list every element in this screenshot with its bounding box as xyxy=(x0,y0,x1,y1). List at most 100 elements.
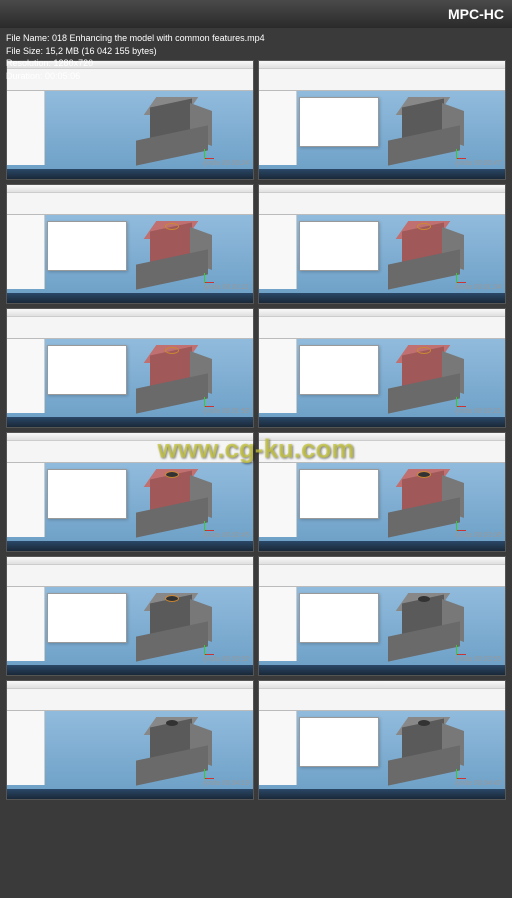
feature-dialog xyxy=(299,469,379,519)
model-tree-sidebar xyxy=(7,463,45,537)
feature-dialog xyxy=(47,593,127,643)
thumbnail[interactable]: lynda 00:00:47 xyxy=(258,60,506,180)
axis-gizmo-icon xyxy=(456,393,470,407)
ribbon-toolbar xyxy=(7,193,253,215)
thumbnail-watermark: lynda 00:00:47 xyxy=(455,160,501,167)
thumbnail-watermark: lynda 00:04:19 xyxy=(203,780,249,787)
ribbon-toolbar xyxy=(7,689,253,711)
ribbon-toolbar xyxy=(259,689,505,711)
app-titlebar xyxy=(7,681,253,689)
axis-gizmo-icon xyxy=(456,765,470,779)
thumbnail-watermark: lynda 00:01:11 xyxy=(204,284,249,291)
axis-gizmo-icon xyxy=(456,641,470,655)
hole-feature xyxy=(166,720,178,726)
model-tree-sidebar xyxy=(7,711,45,785)
circle-sketch xyxy=(417,223,431,230)
taskbar xyxy=(259,293,505,303)
hole-feature xyxy=(418,720,430,726)
taskbar xyxy=(7,665,253,675)
thumbnail[interactable]: lynda 00:04:42 xyxy=(258,680,506,800)
ribbon-toolbar xyxy=(259,69,505,91)
app-titlebar xyxy=(259,557,505,565)
ribbon-toolbar xyxy=(259,317,505,339)
app-titlebar xyxy=(7,185,253,193)
taskbar xyxy=(7,541,253,551)
app-titlebar xyxy=(7,309,253,317)
player-name: MPC-HC xyxy=(448,6,504,22)
feature-dialog xyxy=(47,345,127,395)
feature-dialog xyxy=(299,345,379,395)
thumbnail-watermark: lynda 00:02:45 xyxy=(203,532,249,539)
file-info-overlay: File Name: 018 Enhancing the model with … xyxy=(6,32,265,82)
taskbar xyxy=(7,417,253,427)
ribbon-toolbar xyxy=(259,193,505,215)
axis-gizmo-icon xyxy=(204,517,218,531)
model-tree-sidebar xyxy=(259,463,297,537)
axis-gizmo-icon xyxy=(456,145,470,159)
thumbnail[interactable]: lynda 00:01:58 xyxy=(6,308,254,428)
circle-sketch xyxy=(417,471,431,478)
circle-sketch xyxy=(165,471,179,478)
player-title-bar: MPC-HC xyxy=(0,0,512,28)
feature-dialog xyxy=(299,593,379,643)
feature-dialog xyxy=(299,221,379,271)
app-titlebar xyxy=(259,185,505,193)
thumbnail[interactable]: lynda 00:03:32 xyxy=(6,556,254,676)
model-tree-sidebar xyxy=(259,711,297,785)
feature-dialog xyxy=(299,717,379,767)
ribbon-toolbar xyxy=(7,565,253,587)
model-tree-sidebar xyxy=(7,339,45,413)
axis-gizmo-icon xyxy=(204,393,218,407)
feature-dialog xyxy=(47,221,127,271)
thumbnail-watermark: lynda 00:03:32 xyxy=(203,656,249,663)
model-tree-sidebar xyxy=(7,215,45,289)
thumbnail-watermark: lynda 00:02:21 xyxy=(455,408,501,415)
circle-sketch xyxy=(165,595,179,602)
app-titlebar xyxy=(259,61,505,69)
ribbon-toolbar xyxy=(259,565,505,587)
taskbar xyxy=(259,169,505,179)
model-tree-sidebar xyxy=(259,91,297,165)
hole-feature xyxy=(418,596,430,602)
taskbar xyxy=(259,665,505,675)
ribbon-toolbar xyxy=(7,317,253,339)
thumbnail[interactable]: lynda 00:03:55 xyxy=(258,556,506,676)
circle-sketch xyxy=(417,347,431,354)
axis-gizmo-icon xyxy=(204,765,218,779)
axis-gizmo-icon xyxy=(456,517,470,531)
axis-gizmo-icon xyxy=(204,145,218,159)
circle-sketch xyxy=(165,347,179,354)
thumbnail-grid: lynda 00:00:24 lynda 00:00:47 lynda 00:01:… xyxy=(0,28,512,806)
taskbar xyxy=(259,417,505,427)
model-tree-sidebar xyxy=(259,339,297,413)
model-tree-sidebar xyxy=(259,587,297,661)
feature-dialog xyxy=(47,469,127,519)
axis-gizmo-icon xyxy=(456,269,470,283)
thumbnail[interactable]: lynda 00:01:11 xyxy=(6,184,254,304)
circle-sketch xyxy=(165,223,179,230)
model-tree-sidebar xyxy=(259,215,297,289)
app-titlebar xyxy=(259,681,505,689)
thumbnail-watermark: lynda 00:03:55 xyxy=(455,656,501,663)
taskbar xyxy=(7,789,253,799)
thumbnail[interactable]: lynda 00:04:19 xyxy=(6,680,254,800)
thumbnail-watermark: lynda 00:00:24 xyxy=(203,160,249,167)
thumbnail-watermark: lynda 00:04:42 xyxy=(455,780,501,787)
thumbnail-watermark: lynda 00:03:08 xyxy=(455,532,501,539)
thumbnail-watermark: lynda 00:01:34 xyxy=(455,284,501,291)
model-tree-sidebar xyxy=(7,91,45,165)
app-titlebar xyxy=(7,557,253,565)
taskbar xyxy=(259,541,505,551)
taskbar xyxy=(259,789,505,799)
thumbnail[interactable]: lynda 00:02:21 xyxy=(258,308,506,428)
center-watermark: www.cg-ku.com xyxy=(158,434,355,465)
feature-dialog xyxy=(299,97,379,147)
model-tree-sidebar xyxy=(7,587,45,661)
taskbar xyxy=(7,169,253,179)
thumbnail-watermark: lynda 00:01:58 xyxy=(203,408,249,415)
taskbar xyxy=(7,293,253,303)
app-titlebar xyxy=(259,309,505,317)
axis-gizmo-icon xyxy=(204,269,218,283)
thumbnail[interactable]: lynda 00:01:34 xyxy=(258,184,506,304)
axis-gizmo-icon xyxy=(204,641,218,655)
